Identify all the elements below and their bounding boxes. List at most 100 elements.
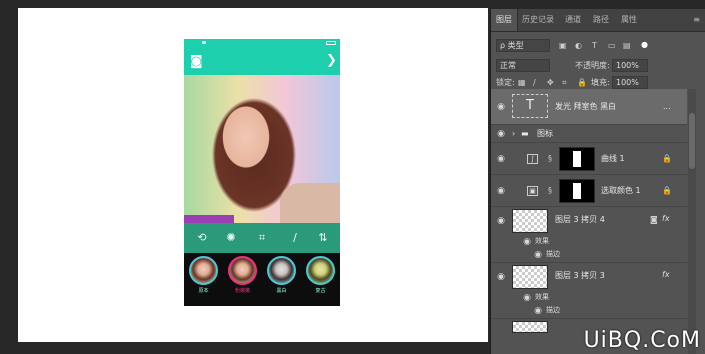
stroke-effect-label[interactable]: 描边: [546, 250, 560, 259]
layer-row[interactable]: ◉ 图层 3 拷贝 4 ◙ fx ◉ 效果 ◉ 描边: [491, 207, 687, 263]
tab-history[interactable]: 历史记录: [519, 9, 557, 31]
layer-row[interactable]: ◉ ∫ § 曲线 1 🔒: [491, 143, 687, 175]
lock-artboard-icon[interactable]: ⌗: [562, 76, 567, 89]
text-layer-thumbnail: T: [512, 94, 548, 118]
opacity-input[interactable]: 100%: [612, 59, 648, 72]
photo-detail: [184, 215, 234, 223]
layer-name[interactable]: 图层 3 拷贝 3: [555, 271, 605, 281]
rotate-icon[interactable]: ⟲: [195, 231, 209, 245]
effects-visibility-icon[interactable]: ◉: [522, 237, 532, 247]
layer-row[interactable]: ◉ ▣ § 选取颜色 1 🔒: [491, 175, 687, 207]
phone-mockup: ◙ ❯ ⟲ ✺ ⌗ ∕ ⇅ 原本 粉嫩嫩 黑白 复古: [184, 39, 340, 306]
filter-thumbnail: [267, 256, 296, 285]
lock-icon: 🔒: [662, 186, 672, 195]
crop-icon[interactable]: ⌗: [255, 231, 269, 245]
filter-item[interactable]: 复古: [304, 256, 337, 294]
brush-icon[interactable]: ∕: [288, 231, 302, 245]
portrait-photo: [184, 75, 340, 227]
filter-label: 粉嫩嫩: [234, 288, 250, 294]
layer-kind-filter[interactable]: ρ 类型: [496, 39, 550, 52]
lock-icon: 🔒: [662, 154, 672, 163]
layers-list: ◉ T 发光 拜室色 黑白 ... ◉ › ▬ 图标 ◉ ∫ § 曲线 1 🔒 …: [491, 89, 687, 354]
visibility-eye-icon[interactable]: ◉: [496, 154, 506, 164]
adjust-icon[interactable]: ⇅: [316, 231, 330, 245]
brightness-icon[interactable]: ✺: [224, 231, 238, 245]
layer-thumbnail: [512, 209, 548, 233]
tab-channels[interactable]: 通道: [561, 9, 585, 31]
tab-properties[interactable]: 属性: [617, 9, 641, 31]
layer-name[interactable]: 曲线 1: [601, 154, 625, 164]
filter-item[interactable]: 黑白: [265, 256, 298, 294]
panel-tabs: 图层 历史记录 通道 路径 属性 ≡: [491, 9, 705, 32]
lock-brush-icon[interactable]: ∕: [533, 76, 536, 89]
lock-label: 锁定:: [496, 78, 515, 87]
expand-chevron-icon[interactable]: ›: [512, 129, 515, 139]
canvas-area[interactable]: ◙ ❯ ⟲ ✺ ⌗ ∕ ⇅ 原本 粉嫩嫩 黑白 复古: [0, 0, 490, 354]
filter-thumbnail: [306, 256, 335, 285]
document-canvas[interactable]: ◙ ❯ ⟲ ✺ ⌗ ∕ ⇅ 原本 粉嫩嫩 黑白 复古: [18, 8, 488, 342]
visibility-eye-icon[interactable]: ◉: [496, 186, 506, 196]
tab-layers[interactable]: 图层: [491, 9, 518, 31]
layer-row[interactable]: ◉ › ▬ 图标: [491, 125, 687, 143]
visibility-eye-icon[interactable]: ◉: [496, 216, 506, 226]
visibility-eye-icon[interactable]: ◉: [496, 129, 506, 139]
effects-visibility-icon[interactable]: ◉: [522, 293, 532, 303]
type-filter-icon[interactable]: T: [592, 39, 597, 52]
stroke-effect-label[interactable]: 描边: [546, 306, 560, 315]
filter-label: 原本: [198, 288, 209, 294]
scrollbar-thumb[interactable]: [689, 113, 695, 169]
chevron-right-icon[interactable]: ❯: [326, 54, 337, 68]
fill-input[interactable]: 100%: [612, 76, 648, 89]
layer-row[interactable]: ◉ 图层 3 拷贝 3 fx ◉ 效果 ◉ 描边: [491, 263, 687, 319]
effect-visibility-icon[interactable]: ◉: [533, 250, 543, 260]
layer-thumbnail: [512, 265, 548, 289]
tool-bar: ⟲ ✺ ⌗ ∕ ⇅: [184, 223, 340, 253]
fx-icon[interactable]: fx: [662, 270, 670, 279]
photo-detail: [280, 183, 340, 227]
effects-label: 效果: [535, 293, 549, 301]
layer-mask-thumbnail[interactable]: [559, 179, 595, 203]
filter-label: 黑白: [276, 288, 287, 294]
pixel-filter-icon[interactable]: ▣: [559, 39, 567, 52]
layer-name[interactable]: 选取颜色 1: [601, 186, 641, 196]
fx-icon[interactable]: fx: [662, 214, 670, 223]
adjustment-filter-icon[interactable]: ◐: [575, 39, 582, 52]
folder-icon: ▬: [521, 129, 529, 138]
filter-item[interactable]: 原本: [187, 256, 220, 294]
camera-icon[interactable]: ◙: [190, 55, 203, 69]
layer-name[interactable]: 发光 拜室色 黑白: [555, 102, 616, 112]
battery-icon: [326, 41, 336, 45]
panel-menu-icon[interactable]: ≡: [693, 15, 700, 24]
effect-visibility-icon[interactable]: ◉: [533, 306, 543, 316]
app-topbar: ◙ ❯: [184, 39, 340, 75]
filter-toggle-icon[interactable]: ●: [641, 38, 648, 51]
status-bar: [184, 39, 340, 47]
lock-position-icon[interactable]: ✥: [547, 76, 554, 89]
layer-name[interactable]: 图层 3 拷贝 4: [555, 215, 605, 225]
visibility-eye-icon[interactable]: ◉: [496, 102, 506, 112]
effects-label: 效果: [535, 237, 549, 245]
filter-strip: 原本 粉嫩嫩 黑白 复古: [184, 253, 340, 306]
layer-more: ...: [663, 102, 671, 111]
lock-all-icon[interactable]: 🔒: [577, 76, 587, 89]
fill-label: 填充:: [591, 78, 610, 87]
layer-name[interactable]: 图标: [537, 129, 553, 139]
layer-row[interactable]: ◉ T 发光 拜室色 黑白 ...: [491, 89, 687, 125]
layer-thumbnail: [512, 321, 548, 333]
shape-filter-icon[interactable]: ▭: [608, 39, 616, 52]
blend-mode-select[interactable]: 正常: [496, 59, 550, 72]
filter-label: 复古: [315, 288, 326, 294]
selective-color-adjustment-icon: ▣: [527, 186, 538, 196]
filter-thumbnail: [189, 256, 218, 285]
lock-transparent-icon[interactable]: ▦: [518, 76, 526, 89]
filter-item[interactable]: 粉嫩嫩: [226, 256, 259, 294]
layers-scrollbar[interactable]: [688, 89, 696, 354]
visibility-eye-icon[interactable]: ◉: [496, 272, 506, 282]
smart-object-filter-icon[interactable]: ▤: [623, 39, 631, 52]
link-chain-icon[interactable]: §: [548, 186, 552, 195]
tab-paths[interactable]: 路径: [589, 9, 613, 31]
link-chain-icon[interactable]: §: [548, 154, 552, 163]
layer-mask-thumbnail[interactable]: [559, 147, 595, 171]
watermark-logo: UiBQ.CoM: [583, 328, 701, 353]
smart-object-icon: ◙: [650, 215, 658, 224]
